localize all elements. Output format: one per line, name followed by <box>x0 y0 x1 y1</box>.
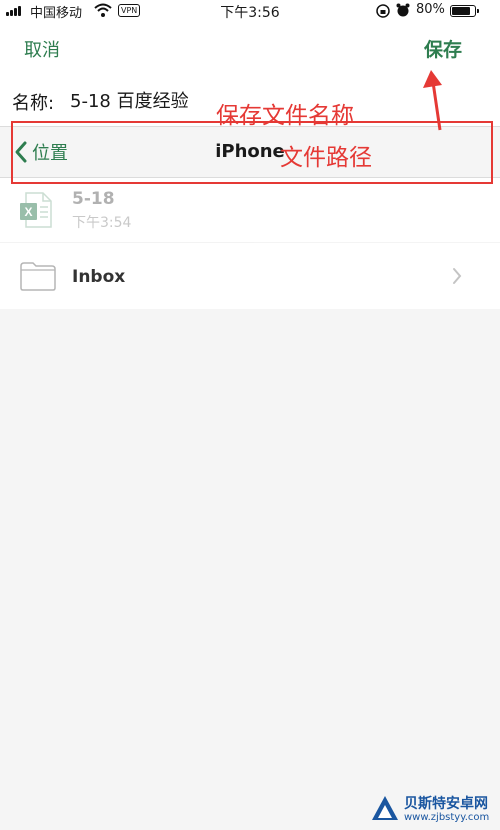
battery-cap <box>477 9 479 13</box>
excel-file-icon: X <box>20 192 52 228</box>
top-nav-bar: 取消 保存 <box>0 22 500 74</box>
filename-label: 名称: <box>12 93 55 114</box>
rotation-lock-icon <box>376 4 390 18</box>
location-title: iPhone <box>215 141 285 162</box>
file-time: 下午3:54 <box>72 215 132 231</box>
watermark-url: www.zjbstyy.com <box>404 812 490 823</box>
battery-icon <box>450 5 476 17</box>
save-button[interactable]: 保存 <box>424 35 462 62</box>
location-back-button[interactable]: 位置 <box>14 139 68 165</box>
battery-fill <box>452 7 470 15</box>
cancel-button[interactable]: 取消 <box>24 36 60 62</box>
watermark-title: 贝斯特安卓网 <box>404 796 488 812</box>
file-name: 5-18 <box>72 189 115 209</box>
chevron-right-icon <box>453 268 462 284</box>
annotation-arrow-icon <box>423 70 442 131</box>
watermark-logo-icon <box>372 796 398 820</box>
status-bar: 中国移动 VPN 下午3:56 80% <box>0 0 500 22</box>
location-back-label: 位置 <box>32 143 68 164</box>
folder-icon <box>20 262 56 291</box>
list-item: X 5-18 下午3:54 <box>0 178 500 243</box>
folder-item-inbox[interactable]: Inbox <box>0 243 500 309</box>
svg-text:X: X <box>24 205 32 219</box>
annotation-path-note: 文件路径 <box>280 145 372 171</box>
annotation-filename-note: 保存文件名称 <box>216 103 354 129</box>
chevron-left-icon <box>15 141 27 163</box>
file-list: X 5-18 下午3:54 Inbox <box>0 178 500 309</box>
battery-percent: 80% <box>416 2 445 17</box>
alarm-icon <box>396 3 410 17</box>
folder-name: Inbox <box>72 267 126 287</box>
